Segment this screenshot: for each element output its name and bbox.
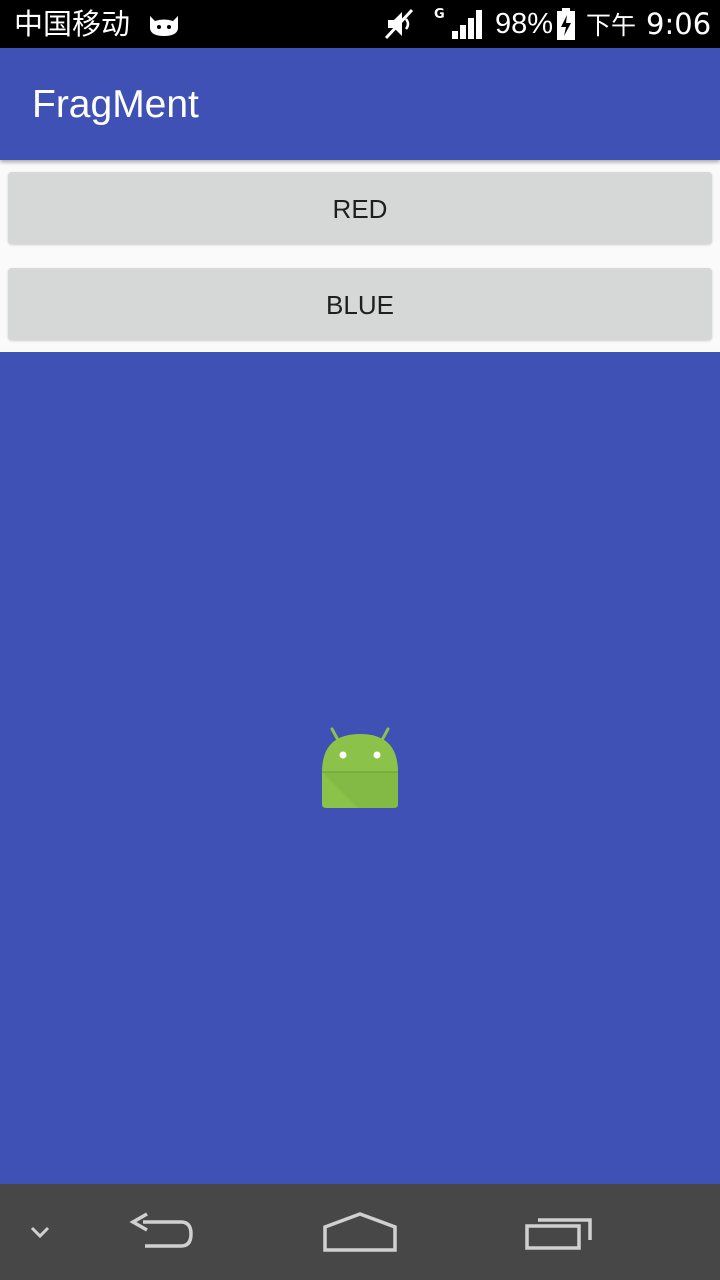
clock-ampm: 下午	[586, 11, 637, 40]
android-robot-icon	[322, 727, 398, 808]
battery-charging-icon	[557, 8, 575, 40]
battery-percent: 98%	[495, 8, 554, 40]
home-icon	[323, 1212, 397, 1252]
cat-notification-icon	[149, 16, 179, 36]
nav-home-button[interactable]	[310, 1184, 410, 1280]
back-icon	[129, 1212, 193, 1248]
fragment-container	[0, 352, 720, 1184]
status-bar: 中国移动 G 98% 下午 9:06	[0, 0, 720, 48]
chevron-down-icon	[30, 1226, 50, 1239]
app-bar: FragMent	[0, 48, 720, 160]
nav-recent-button[interactable]	[510, 1184, 610, 1280]
mute-icon	[384, 8, 414, 40]
carrier-name: 中国移动	[14, 7, 131, 41]
blue-button[interactable]: BLUE	[8, 268, 712, 340]
red-button[interactable]: RED	[8, 172, 712, 244]
clock-time: 9:06	[646, 7, 712, 41]
navigation-bar	[0, 1184, 720, 1280]
app-title: FragMent	[32, 83, 199, 126]
network-type: G	[434, 7, 445, 22]
nav-down-button[interactable]	[20, 1184, 60, 1280]
clock: 下午 9:06	[586, 0, 711, 48]
recent-apps-icon	[525, 1218, 592, 1250]
nav-back-button[interactable]	[110, 1184, 210, 1280]
signal-icon	[452, 10, 482, 39]
